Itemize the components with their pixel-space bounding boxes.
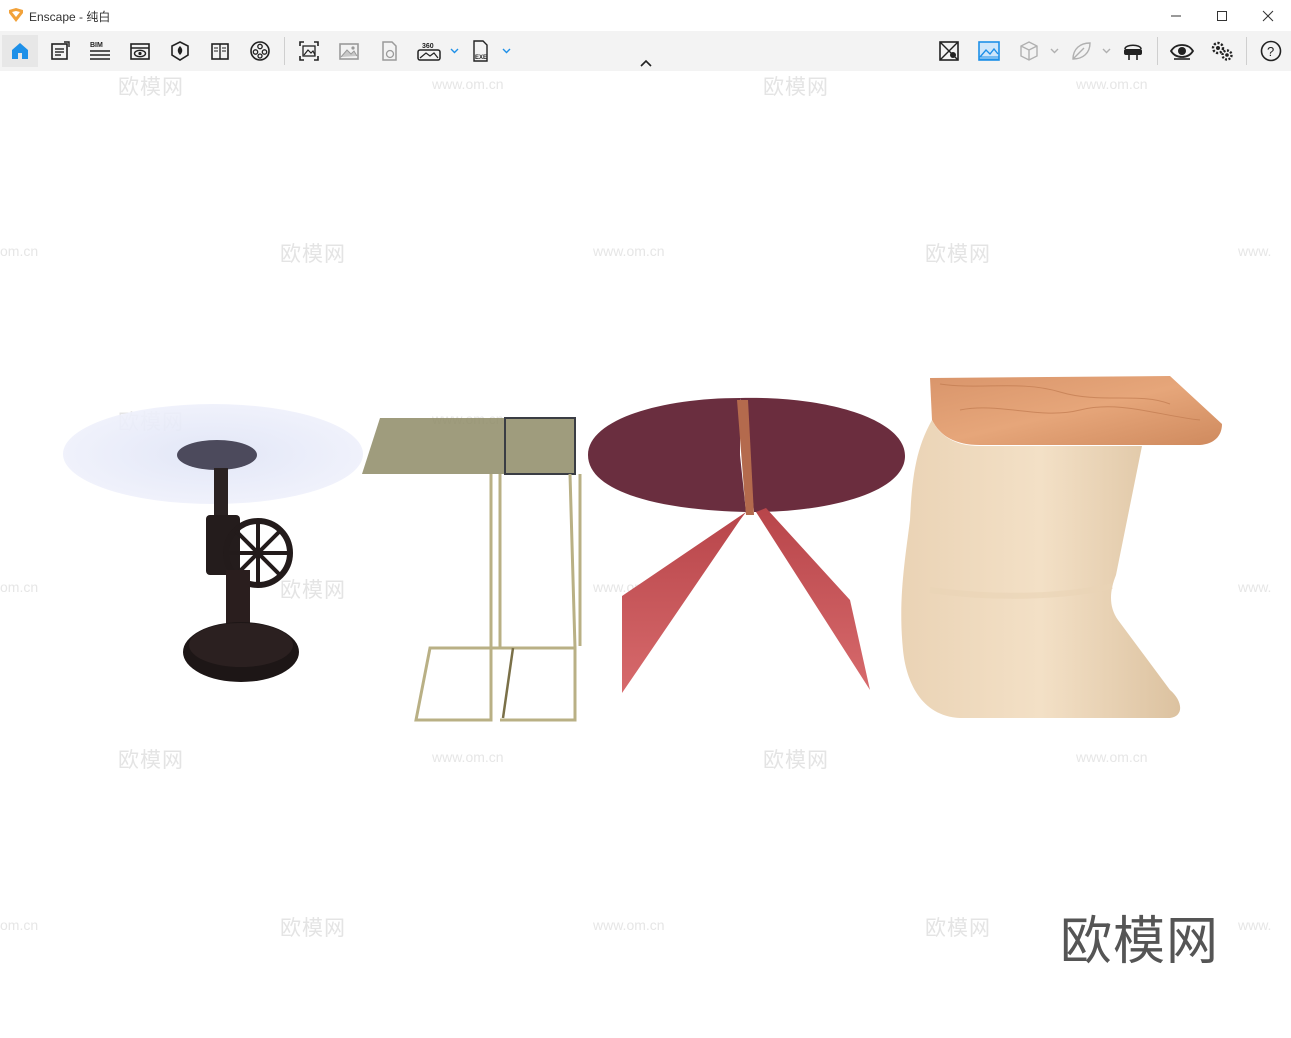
cantilever-body bbox=[901, 420, 1181, 718]
atmosphere-settings-button[interactable] bbox=[242, 35, 278, 67]
industrial-crank-side-table[interactable] bbox=[63, 404, 363, 682]
exe-export-icon: EXE bbox=[473, 40, 488, 62]
leaf-dropdown[interactable] bbox=[1101, 41, 1111, 61]
minimize-button[interactable] bbox=[1153, 0, 1199, 31]
crank-housing bbox=[206, 515, 240, 575]
close-icon bbox=[1262, 10, 1274, 21]
bim-button[interactable]: BIM bbox=[82, 35, 118, 67]
left-tabletop-half bbox=[588, 398, 746, 512]
box-button[interactable] bbox=[1011, 35, 1047, 67]
upper-column bbox=[214, 468, 228, 518]
glass-c-side-table[interactable] bbox=[362, 417, 582, 722]
enscape-toolbar: BIM 360 EXE ? bbox=[0, 31, 1291, 71]
document-name: 纯白 bbox=[86, 10, 111, 24]
asset-library-icon bbox=[171, 41, 189, 61]
screenshot-icon bbox=[299, 41, 319, 61]
chevron-down-icon bbox=[450, 48, 458, 54]
close-button[interactable] bbox=[1245, 0, 1291, 31]
view-visibility-button[interactable] bbox=[1164, 35, 1200, 67]
project-notes-button[interactable] bbox=[42, 35, 78, 67]
exe-label: EXE bbox=[475, 55, 487, 61]
bim-icon: BIM bbox=[90, 42, 110, 60]
vr-headset-icon bbox=[1124, 44, 1142, 60]
help-label: ? bbox=[1267, 44, 1274, 59]
right-leg-panel bbox=[756, 508, 870, 690]
help-button[interactable]: ? bbox=[1253, 35, 1289, 67]
bim-label: BIM bbox=[90, 42, 103, 49]
panorama-360-icon: 360 bbox=[417, 43, 441, 61]
settings-button[interactable] bbox=[1204, 35, 1240, 67]
panorama-label: 360 bbox=[422, 43, 434, 50]
brand-watermark-large: 欧模网 bbox=[1060, 912, 1220, 972]
capture-view-button[interactable] bbox=[971, 35, 1007, 67]
leaf-button[interactable] bbox=[1063, 35, 1099, 67]
exe-export-dropdown[interactable] bbox=[501, 41, 511, 61]
title-separator: - bbox=[75, 10, 87, 24]
settings-gears-icon bbox=[1211, 41, 1233, 61]
panorama-button[interactable]: 360 bbox=[411, 35, 447, 67]
view-management-icon bbox=[130, 43, 150, 60]
screenshot-button[interactable] bbox=[291, 35, 327, 67]
capture-view-icon bbox=[978, 41, 1000, 61]
material-editor-button[interactable] bbox=[202, 35, 238, 67]
leaf-icon bbox=[1072, 42, 1091, 60]
chevron-down-icon bbox=[502, 48, 510, 54]
toolbar-separator bbox=[1246, 37, 1247, 65]
help-icon: ? bbox=[1260, 40, 1282, 62]
minimize-icon bbox=[1171, 15, 1181, 16]
maximize-button[interactable] bbox=[1199, 0, 1245, 31]
collapse-toolbar-button[interactable] bbox=[636, 56, 656, 70]
exe-export-button[interactable]: EXE bbox=[463, 35, 499, 67]
web-standalone-icon bbox=[382, 41, 397, 61]
vr-headset-button[interactable] bbox=[1115, 35, 1151, 67]
right-tabletop-half bbox=[740, 397, 905, 512]
wood-top-cantilever-side-table[interactable] bbox=[901, 376, 1222, 718]
window-title: Enscape - 纯白 bbox=[29, 8, 110, 25]
project-notes-icon bbox=[51, 41, 70, 60]
enscape-logo-icon bbox=[9, 8, 23, 22]
orthographic-view-button[interactable] bbox=[931, 35, 967, 67]
chevron-up-icon bbox=[640, 59, 652, 67]
maximize-icon bbox=[1217, 10, 1227, 21]
batch-render-icon bbox=[339, 43, 359, 60]
web-standalone-button[interactable] bbox=[371, 35, 407, 67]
view-management-button[interactable] bbox=[122, 35, 158, 67]
toolbar-separator bbox=[284, 37, 285, 65]
home-button[interactable] bbox=[2, 35, 38, 67]
home-icon bbox=[12, 43, 28, 59]
batch-render-button[interactable] bbox=[331, 35, 367, 67]
left-leg-panel bbox=[622, 512, 746, 693]
title-bar: Enscape - 纯白 bbox=[0, 0, 1291, 32]
box-dropdown[interactable] bbox=[1049, 41, 1059, 61]
metal-frame bbox=[414, 473, 577, 722]
eye-icon bbox=[1170, 44, 1194, 60]
chevron-down-icon bbox=[1050, 48, 1058, 54]
material-editor-icon bbox=[211, 43, 229, 60]
glass-top-surface bbox=[362, 418, 575, 474]
atmosphere-settings-icon bbox=[250, 41, 270, 61]
butterfly-red-side-table[interactable] bbox=[588, 397, 905, 693]
box-icon bbox=[1020, 41, 1038, 61]
chevron-down-icon bbox=[1102, 48, 1110, 54]
panorama-dropdown[interactable] bbox=[449, 41, 459, 61]
orthographic-view-icon bbox=[939, 41, 959, 61]
furniture-scene bbox=[63, 376, 1222, 722]
small-top-disc bbox=[177, 440, 257, 470]
render-viewport[interactable]: 欧模网 欧模网 欧模网 欧模网 欧模网 欧模网 欧模网 欧模网 欧模网 欧模网 … bbox=[0, 71, 1291, 1038]
toolbar-separator bbox=[1157, 37, 1158, 65]
app-name: Enscape bbox=[29, 10, 76, 24]
asset-library-button[interactable] bbox=[162, 35, 198, 67]
